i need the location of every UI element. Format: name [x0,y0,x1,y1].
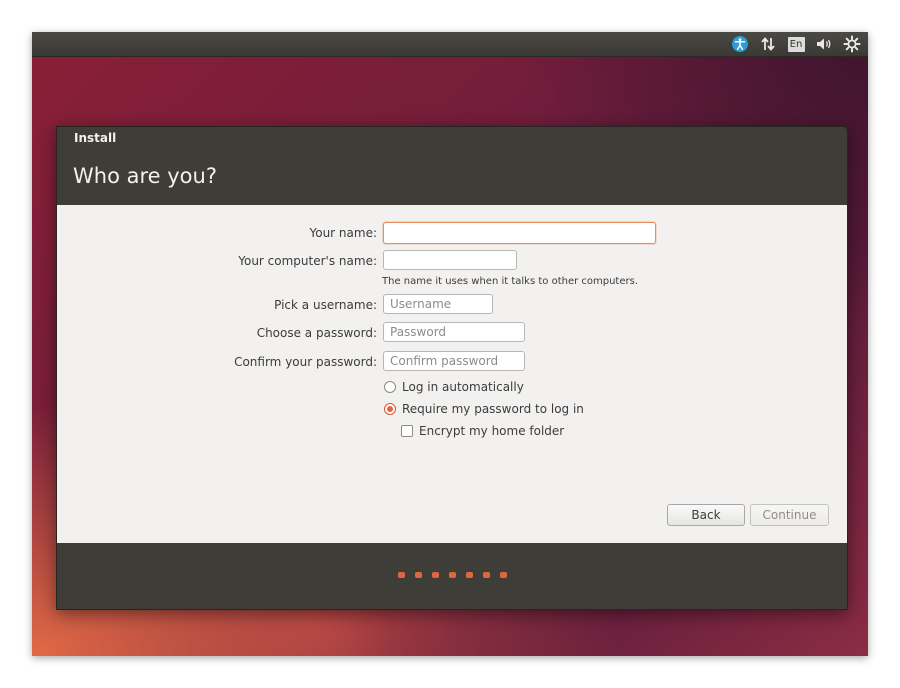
username-label: Pick a username: [274,298,377,312]
progress-dot [448,572,456,578]
top-panel: En [32,32,868,57]
progress-dot [465,572,473,578]
user-setup-form: Your name: Your computer's name: The nam… [57,205,847,543]
encrypt-home-option[interactable]: Encrypt my home folder [401,424,564,438]
your-name-label: Your name: [309,226,377,240]
back-button[interactable]: Back [667,504,745,526]
encrypt-home-checkbox[interactable] [401,425,413,437]
require-password-option[interactable]: Require my password to log in [384,402,584,416]
computer-name-hint: The name it uses when it talks to other … [382,276,639,287]
system-tray: En [722,34,862,54]
computer-name-input[interactable] [383,250,517,270]
page-title: Who are you? [73,164,217,188]
login-automatically-label: Log in automatically [402,380,524,394]
login-automatically-option[interactable]: Log in automatically [384,380,524,394]
installer-window: Install Who are you? Your name: Your com… [56,126,848,610]
login-automatically-radio[interactable] [384,381,396,393]
window-title: Install [74,131,117,145]
accessibility-icon[interactable] [730,34,750,54]
power-settings-icon[interactable] [842,34,862,54]
your-name-input[interactable] [383,222,656,244]
progress-dot [482,572,490,578]
password-input[interactable] [383,322,525,342]
confirm-password-label: Confirm your password: [234,355,377,369]
computer-name-label: Your computer's name: [238,254,377,268]
keyboard-layout-icon[interactable]: En [786,34,806,54]
require-password-label: Require my password to log in [402,402,584,416]
keyboard-layout-label: En [787,36,805,52]
require-password-radio[interactable] [384,403,396,415]
password-label: Choose a password: [256,326,377,340]
progress-dot [397,572,405,578]
progress-dots [57,572,847,580]
confirm-password-input[interactable] [383,351,525,371]
progress-dot [499,572,507,578]
volume-icon[interactable] [814,34,834,54]
continue-button[interactable]: Continue [750,504,829,526]
desktop: En Install Who are you? Your name: Your … [32,32,868,656]
progress-dot [431,572,439,578]
progress-dot [414,572,422,578]
network-icon[interactable] [758,34,778,54]
progress-footer [57,543,847,609]
window-header: Install Who are you? [57,127,847,205]
encrypt-home-label: Encrypt my home folder [419,424,565,438]
username-input[interactable] [383,294,493,314]
